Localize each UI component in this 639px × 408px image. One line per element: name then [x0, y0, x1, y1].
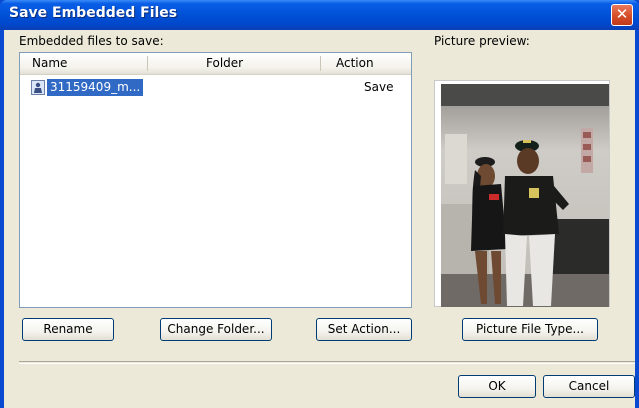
close-icon: ✕ [615, 5, 629, 23]
title-bar[interactable]: Save Embedded Files ✕ [0, 0, 639, 30]
list-header: Name Folder Action [20, 53, 411, 75]
embedded-files-label: Embedded files to save: [19, 34, 164, 48]
column-header-name[interactable]: Name [32, 53, 142, 74]
file-action: Save [364, 80, 394, 94]
column-header-folder[interactable]: Folder [206, 53, 286, 74]
dialog-title: Save Embedded Files [9, 5, 178, 21]
picture-file-type-button[interactable]: Picture File Type... [462, 318, 598, 341]
close-button[interactable]: ✕ [611, 4, 633, 26]
ok-button[interactable]: OK [458, 375, 536, 398]
picture-preview-label: Picture preview: [434, 34, 530, 48]
column-header-action[interactable]: Action [336, 53, 406, 74]
change-folder-button[interactable]: Change Folder... [160, 318, 272, 341]
cancel-button[interactable]: Cancel [543, 375, 635, 398]
preview-photo [441, 84, 609, 307]
column-separator[interactable] [320, 56, 321, 71]
set-action-button[interactable]: Set Action... [316, 318, 412, 341]
divider-line [19, 361, 635, 364]
file-name: 31159409_m... [47, 79, 144, 96]
image-file-icon [31, 80, 45, 95]
embedded-files-list[interactable]: Name Folder Action 31159409_m... Save [19, 52, 412, 308]
column-separator[interactable] [147, 56, 148, 71]
rename-button[interactable]: Rename [22, 318, 114, 341]
